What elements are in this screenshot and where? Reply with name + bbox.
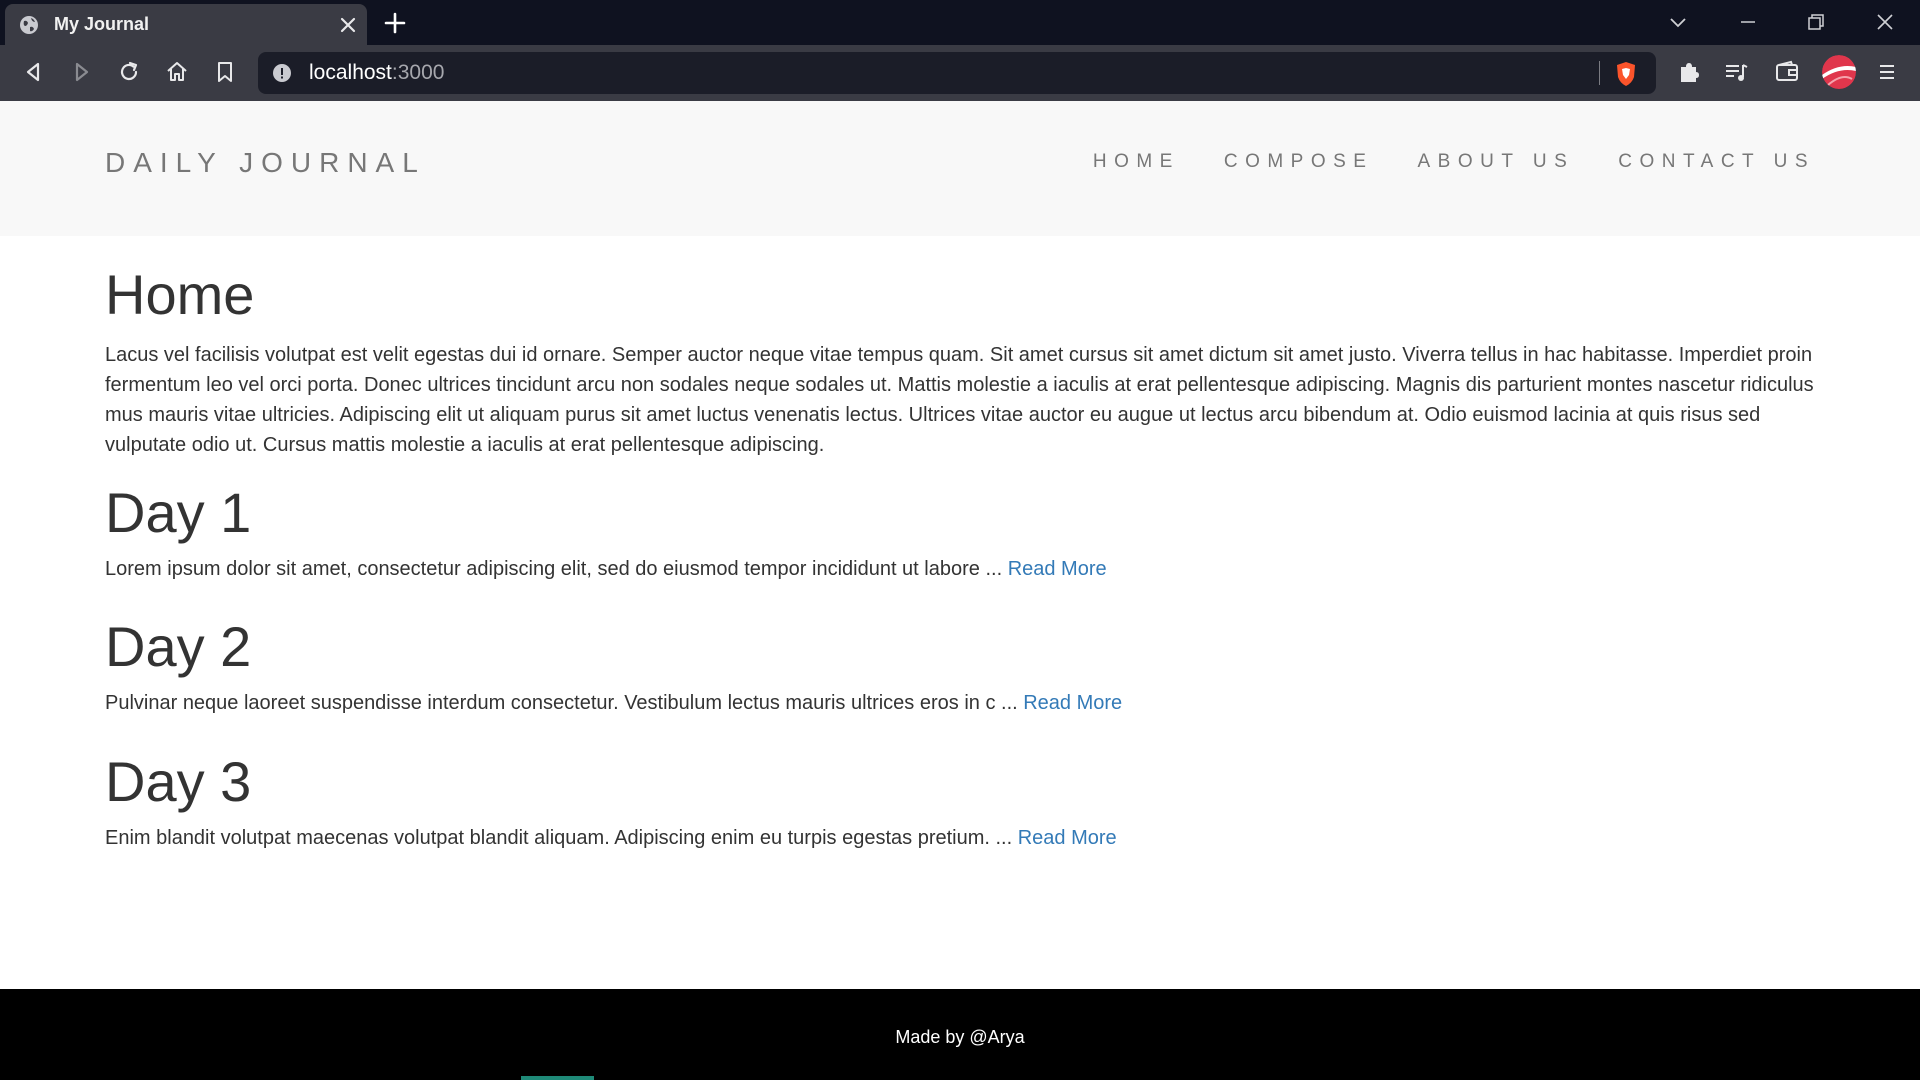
post-excerpt: Pulvinar neque laoreet suspendisse inter… xyxy=(105,692,1122,715)
url-host: localhost xyxy=(309,61,392,84)
url-text[interactable]: localhost:3000 xyxy=(309,61,444,85)
new-tab-icon[interactable] xyxy=(384,12,406,34)
url-separator xyxy=(1599,61,1600,85)
tab-search-chevron-icon[interactable] xyxy=(1666,10,1690,34)
browser-tab[interactable]: My Journal xyxy=(5,4,367,45)
url-port: :3000 xyxy=(391,61,445,84)
address-bar[interactable]: localhost:3000 xyxy=(258,52,1656,94)
nav-link-about-us[interactable]: ABOUT US xyxy=(1417,151,1574,173)
footer-credit: Made by @Arya xyxy=(895,1027,1025,1047)
site-navbar: DAILY JOURNAL HOME COMPOSE ABOUT US CONT… xyxy=(0,101,1920,236)
nav-link-home[interactable]: HOME xyxy=(1093,151,1180,173)
post-excerpt: Enim blandit volutpat maecenas volutpat … xyxy=(105,827,1117,850)
read-more-link[interactable]: Read More xyxy=(1023,692,1122,714)
profile-avatar[interactable] xyxy=(1822,55,1856,89)
minimize-icon[interactable] xyxy=(1736,10,1760,34)
nav-links: HOME COMPOSE ABOUT US CONTACT US xyxy=(1049,151,1815,173)
site-brand[interactable]: DAILY JOURNAL xyxy=(105,147,426,179)
back-arrow-icon[interactable] xyxy=(20,58,48,86)
post-excerpt-text: Lorem ipsum dolor sit amet, consectetur … xyxy=(105,558,1008,580)
brave-shield-icon[interactable] xyxy=(1613,60,1639,88)
info-icon[interactable] xyxy=(272,63,292,83)
restore-icon[interactable] xyxy=(1804,10,1828,34)
post-excerpt: Lorem ipsum dolor sit amet, consectetur … xyxy=(105,558,1107,581)
close-tab-icon[interactable] xyxy=(339,16,357,34)
wallet-icon[interactable] xyxy=(1773,58,1801,86)
home-paragraph: Lacus vel facilisis volutpat est velit e… xyxy=(105,344,1814,456)
page-viewport: DAILY JOURNAL HOME COMPOSE ABOUT US CONT… xyxy=(0,101,1920,1080)
read-more-link[interactable]: Read More xyxy=(1018,827,1117,849)
page-title: Home xyxy=(105,263,255,326)
globe-icon xyxy=(20,16,38,34)
browser-toolbar: localhost:3000 xyxy=(0,45,1920,101)
footer-accent-bar xyxy=(521,1076,594,1080)
playlist-icon[interactable] xyxy=(1722,58,1750,86)
puzzle-icon[interactable] xyxy=(1675,58,1703,86)
forward-arrow-icon[interactable] xyxy=(67,58,95,86)
read-more-link[interactable]: Read More xyxy=(1008,558,1107,580)
reload-icon[interactable] xyxy=(115,58,143,86)
nav-link-contact-us[interactable]: CONTACT US xyxy=(1618,151,1815,173)
nav-link-compose[interactable]: COMPOSE xyxy=(1224,151,1374,173)
home-icon[interactable] xyxy=(163,58,191,86)
post-excerpt-text: Pulvinar neque laoreet suspendisse inter… xyxy=(105,692,1024,714)
browser-tab-strip: My Journal xyxy=(0,0,1920,45)
post-excerpt-text: Enim blandit volutpat maecenas volutpat … xyxy=(105,827,1018,849)
post-title: Day 2 xyxy=(105,615,252,678)
post-title: Day 3 xyxy=(105,750,252,813)
tab-title: My Journal xyxy=(54,14,150,34)
post-title: Day 1 xyxy=(105,481,252,544)
close-window-icon[interactable] xyxy=(1873,10,1897,34)
bookmark-icon[interactable] xyxy=(211,58,239,86)
avatar-image-icon xyxy=(1822,55,1856,89)
site-footer: Made by @Arya xyxy=(0,989,1920,1080)
hamburger-menu-icon[interactable] xyxy=(1873,58,1901,86)
